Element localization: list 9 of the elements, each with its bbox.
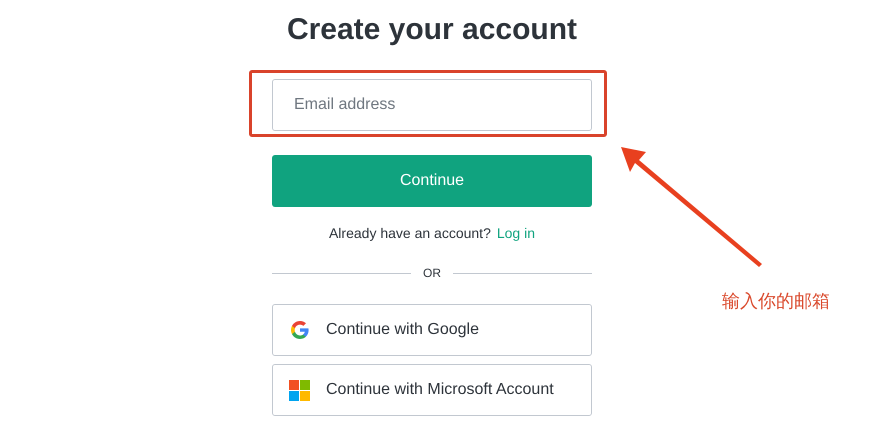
google-sign-in-button[interactable]: Continue with Google: [272, 304, 592, 356]
divider-label: OR: [423, 265, 441, 281]
google-g-icon: [290, 320, 310, 340]
login-prompt: Already have an account?: [328, 224, 491, 243]
page-title: Create your account: [286, 12, 578, 48]
four-squares-icon: [289, 380, 310, 400]
annotation-note: 输入你的邮箱: [722, 290, 830, 314]
email-field[interactable]: Email address: [272, 79, 592, 131]
microsoft-sign-in-button[interactable]: Continue with Microsoft Account: [272, 364, 592, 416]
